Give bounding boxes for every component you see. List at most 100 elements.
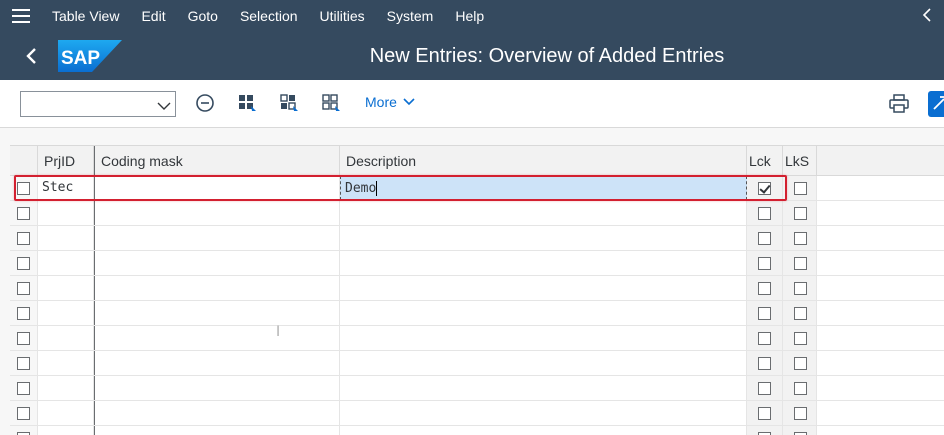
prjid-cell[interactable] — [38, 351, 94, 375]
description-cell[interactable] — [340, 326, 747, 350]
menu-icon[interactable] — [0, 0, 42, 32]
row-select-checkbox[interactable] — [17, 207, 30, 220]
lks-checkbox[interactable] — [794, 207, 807, 220]
row-select-cell[interactable] — [10, 201, 38, 225]
column-header-description[interactable]: Description — [340, 146, 747, 176]
row-select-checkbox[interactable] — [17, 332, 30, 345]
row-select-cell[interactable] — [10, 376, 38, 400]
lks-checkbox[interactable] — [794, 232, 807, 245]
menu-edit[interactable]: Edit — [141, 8, 165, 24]
deselect-all-icon[interactable] — [321, 93, 341, 113]
description-cell[interactable] — [340, 226, 747, 250]
description-cell[interactable] — [340, 201, 747, 225]
row-select-checkbox[interactable] — [17, 182, 30, 195]
customize-icon[interactable] — [928, 91, 944, 117]
lck-checkbox[interactable] — [758, 232, 771, 245]
lks-checkbox[interactable] — [794, 382, 807, 395]
prjid-cell[interactable] — [38, 201, 94, 225]
menu-system[interactable]: System — [387, 8, 434, 24]
description-cell[interactable] — [340, 426, 747, 435]
description-cell[interactable] — [340, 301, 747, 325]
title-bar: New Entries: Overview of Added Entries S… — [0, 32, 944, 80]
row-select-cell[interactable] — [10, 276, 38, 300]
description-cell[interactable] — [340, 351, 747, 375]
coding-mask-cell[interactable] — [94, 276, 340, 300]
coding-mask-cell[interactable] — [94, 176, 340, 200]
prjid-cell[interactable] — [38, 426, 94, 435]
row-select-checkbox[interactable] — [17, 257, 30, 270]
coding-mask-cell[interactable] — [94, 226, 340, 250]
prjid-cell[interactable] — [38, 301, 94, 325]
coding-mask-cell[interactable] — [94, 251, 340, 275]
lks-checkbox[interactable] — [794, 332, 807, 345]
lck-checkbox[interactable] — [758, 357, 771, 370]
lck-checkbox[interactable] — [758, 207, 771, 220]
row-select-cell[interactable] — [10, 401, 38, 425]
row-select-cell[interactable] — [10, 176, 38, 200]
lck-checkbox[interactable] — [758, 257, 771, 270]
column-header-lck[interactable]: Lck — [747, 146, 783, 176]
row-select-cell[interactable] — [10, 426, 38, 435]
row-select-cell[interactable] — [10, 326, 38, 350]
prjid-cell[interactable] — [38, 401, 94, 425]
select-column-header[interactable] — [10, 146, 38, 176]
row-select-checkbox[interactable] — [17, 382, 30, 395]
coding-mask-cell[interactable] — [94, 401, 340, 425]
menu-goto[interactable]: Goto — [188, 8, 218, 24]
row-select-checkbox[interactable] — [17, 282, 30, 295]
row-select-cell[interactable] — [10, 351, 38, 375]
row-select-checkbox[interactable] — [17, 357, 30, 370]
description-cell[interactable]: Demo — [340, 176, 747, 200]
toolbar: More — [0, 80, 944, 128]
select-block-icon[interactable] — [279, 93, 299, 113]
description-cell[interactable] — [340, 401, 747, 425]
select-all-icon[interactable] — [237, 93, 257, 113]
prjid-cell[interactable] — [38, 376, 94, 400]
lck-checkbox[interactable] — [758, 407, 771, 420]
description-cell[interactable] — [340, 251, 747, 275]
lks-checkbox[interactable] — [794, 182, 807, 195]
menu-help[interactable]: Help — [455, 8, 484, 24]
column-header-prjid[interactable]: PrjID — [38, 146, 94, 176]
row-select-cell[interactable] — [10, 226, 38, 250]
coding-mask-cell[interactable] — [94, 301, 340, 325]
coding-mask-cell[interactable] — [94, 376, 340, 400]
prjid-cell[interactable] — [38, 226, 94, 250]
back-button[interactable] — [20, 44, 44, 68]
menu-table-view[interactable]: Table View — [52, 8, 119, 24]
lks-checkbox[interactable] — [794, 282, 807, 295]
coding-mask-cell[interactable] — [94, 351, 340, 375]
more-button[interactable]: More — [365, 94, 415, 110]
lck-checkbox[interactable] — [758, 307, 771, 320]
prjid-cell[interactable]: Stec — [38, 176, 94, 200]
chevron-left-icon[interactable] — [922, 7, 932, 28]
coding-mask-cell[interactable] — [94, 201, 340, 225]
lck-checkbox[interactable] — [758, 282, 771, 295]
column-header-lks[interactable]: LkS — [783, 146, 817, 176]
row-select-cell[interactable] — [10, 301, 38, 325]
print-icon[interactable] — [888, 93, 910, 115]
prjid-cell[interactable] — [38, 326, 94, 350]
prjid-cell[interactable] — [38, 276, 94, 300]
lks-checkbox[interactable] — [794, 307, 807, 320]
row-select-cell[interactable] — [10, 251, 38, 275]
lks-checkbox[interactable] — [794, 407, 807, 420]
lks-checkbox[interactable] — [794, 257, 807, 270]
column-header-coding-mask[interactable]: Coding mask — [94, 146, 340, 176]
row-select-checkbox[interactable] — [17, 407, 30, 420]
lck-checkbox[interactable] — [758, 382, 771, 395]
coding-mask-cell[interactable] — [94, 426, 340, 435]
description-cell[interactable] — [340, 276, 747, 300]
menu-selection[interactable]: Selection — [240, 8, 298, 24]
row-select-checkbox[interactable] — [17, 232, 30, 245]
coding-mask-cell[interactable] — [94, 326, 340, 350]
lks-checkbox[interactable] — [794, 357, 807, 370]
lck-checkbox[interactable] — [758, 182, 771, 195]
row-select-checkbox[interactable] — [17, 307, 30, 320]
menu-utilities[interactable]: Utilities — [320, 8, 365, 24]
layout-select[interactable] — [20, 91, 176, 117]
lck-checkbox[interactable] — [758, 332, 771, 345]
remove-icon[interactable] — [195, 93, 215, 113]
description-cell[interactable] — [340, 376, 747, 400]
prjid-cell[interactable] — [38, 251, 94, 275]
